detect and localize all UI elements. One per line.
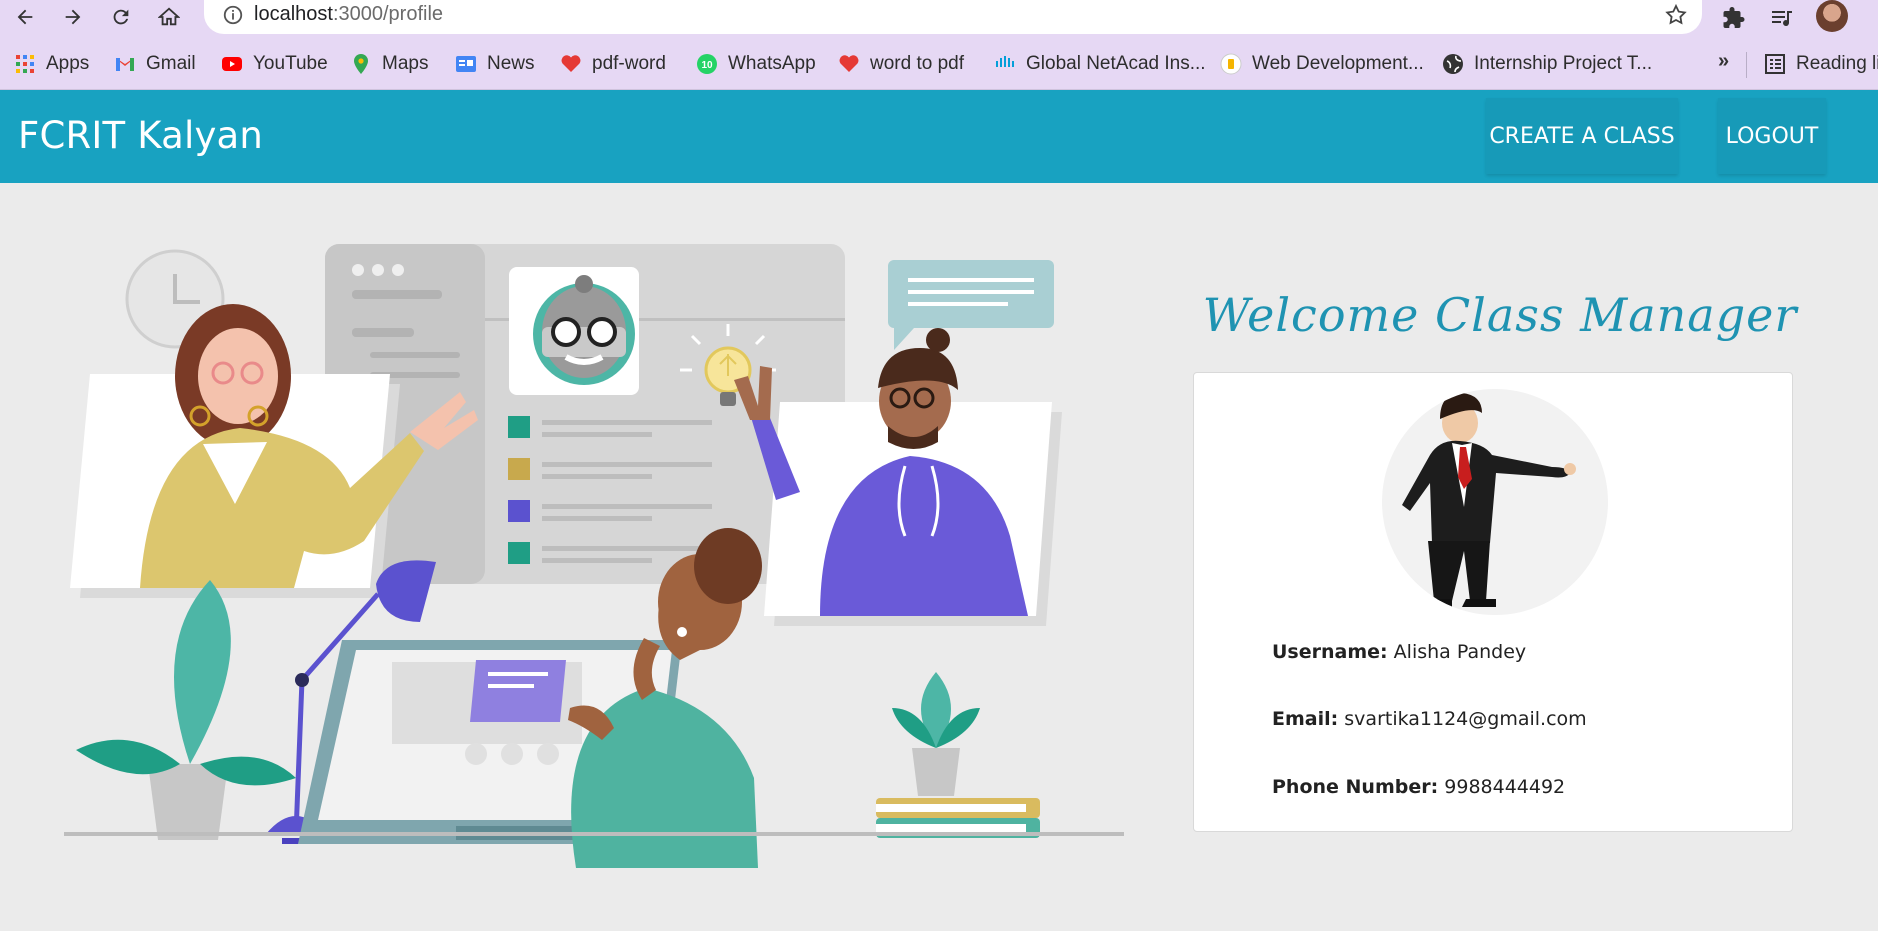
- chat-bubble-icon: [888, 260, 1054, 350]
- email-row: Email: svartika1124@gmail.com: [1272, 708, 1587, 730]
- cisco-icon: [996, 56, 1014, 67]
- username-label: Username:: [1272, 641, 1388, 663]
- bookmark-news[interactable]: News: [455, 50, 535, 78]
- arrow-right-icon: [65, 9, 81, 25]
- bookmarks-divider: [1746, 52, 1747, 78]
- bookmark-global-netacad[interactable]: Global NetAcad Ins...: [994, 50, 1206, 78]
- bookmark-youtube[interactable]: YouTube: [221, 50, 328, 78]
- phone-value: 9988444492: [1444, 776, 1566, 798]
- bookmark-label: Web Development...: [1252, 53, 1424, 74]
- profile-avatar-chrome[interactable]: [1816, 0, 1848, 32]
- bookmark-apps[interactable]: Apps: [14, 50, 89, 78]
- news-icon: [456, 56, 476, 72]
- email-value: svartika1124@gmail.com: [1344, 708, 1587, 730]
- arrow-left-icon: [17, 9, 33, 25]
- reading-list-button[interactable]: Reading li: [1764, 50, 1878, 78]
- maps-pin-icon: [354, 54, 368, 74]
- home-button[interactable]: [154, 2, 184, 32]
- reading-list-icon: [1765, 54, 1785, 74]
- bookmark-pdf-word[interactable]: pdf-word: [560, 50, 666, 78]
- bookmark-label: Gmail: [146, 53, 196, 74]
- browser-toolbar: localhost:3000/profile: [0, 0, 1878, 38]
- bookmark-label: News: [487, 53, 535, 74]
- bookmark-whatsapp[interactable]: 10 WhatsApp: [696, 50, 816, 78]
- logout-button[interactable]: LOGOUT: [1718, 98, 1826, 174]
- email-label: Email:: [1272, 708, 1339, 730]
- forward-button[interactable]: [58, 2, 88, 32]
- bookmarks-bar: Apps Gmail YouTube Maps News pdf-word 10…: [0, 38, 1878, 90]
- bookmark-label: Apps: [46, 53, 90, 74]
- apps-grid-icon: [16, 55, 34, 73]
- bookmark-label: Global NetAcad Ins...: [1026, 53, 1206, 74]
- bookmark-internship-project[interactable]: Internship Project T...: [1442, 50, 1652, 78]
- profile-card: Username: Alisha Pandey Email: svartika1…: [1193, 372, 1793, 832]
- create-class-button[interactable]: CREATE A CLASS: [1486, 98, 1678, 174]
- bookmark-maps[interactable]: Maps: [350, 50, 428, 78]
- businessman-avatar-icon: [1402, 393, 1576, 607]
- online-class-illustration: [64, 244, 1124, 868]
- info-icon[interactable]: [222, 4, 244, 26]
- youtube-icon: [222, 57, 242, 71]
- extensions-button[interactable]: [1718, 2, 1750, 34]
- bookmark-label: Maps: [382, 53, 429, 74]
- bookmark-label: word to pdf: [870, 53, 964, 74]
- app-navbar: FCRIT Kalyan CREATE A CLASS LOGOUT: [0, 90, 1878, 183]
- bookmark-gmail[interactable]: Gmail: [114, 50, 196, 78]
- bookmark-label: Internship Project T...: [1474, 53, 1653, 74]
- bookmark-label: pdf-word: [592, 53, 666, 74]
- url-host: localhost: [254, 3, 333, 25]
- desk-line: [64, 832, 1124, 836]
- globe-icon: [1443, 54, 1463, 74]
- reading-list-label: Reading li: [1796, 53, 1878, 74]
- home-icon: [158, 7, 180, 26]
- bookmark-label: WhatsApp: [728, 53, 816, 74]
- books-and-pot-graphic: [876, 672, 1040, 838]
- phone-label: Phone Number:: [1272, 776, 1439, 798]
- url-path: :3000/profile: [332, 3, 444, 25]
- back-button[interactable]: [10, 2, 40, 32]
- username-row: Username: Alisha Pandey: [1272, 641, 1526, 663]
- heart-icon: [839, 55, 859, 72]
- media-button[interactable]: [1766, 2, 1798, 34]
- reload-button[interactable]: [106, 2, 136, 32]
- site-icon: [1220, 53, 1242, 75]
- bookmarks-overflow-button[interactable]: »: [1718, 50, 1729, 73]
- puzzle-icon: [1723, 7, 1745, 28]
- gmail-icon: [116, 58, 134, 71]
- whatsapp-badge: 10: [701, 60, 713, 71]
- reload-icon: [113, 9, 129, 25]
- whatsapp-icon: 10: [697, 54, 717, 74]
- star-icon[interactable]: [1664, 3, 1688, 27]
- profile-avatar: [1382, 389, 1608, 615]
- username-value: Alisha Pandey: [1393, 641, 1527, 663]
- brand-title[interactable]: FCRIT Kalyan: [18, 114, 263, 157]
- playlist-icon: [1772, 11, 1792, 27]
- bookmark-web-development[interactable]: Web Development...: [1220, 50, 1424, 78]
- url-text[interactable]: localhost:3000/profile: [254, 3, 443, 26]
- phone-row: Phone Number: 9988444492: [1272, 776, 1565, 798]
- address-bar[interactable]: localhost:3000/profile: [204, 0, 1702, 34]
- plant-graphic: [76, 580, 296, 840]
- bookmark-word-to-pdf[interactable]: word to pdf: [838, 50, 964, 78]
- bookmark-label: YouTube: [253, 53, 328, 74]
- heart-icon: [561, 55, 581, 72]
- welcome-heading: Welcome Class Manager: [1202, 288, 1798, 342]
